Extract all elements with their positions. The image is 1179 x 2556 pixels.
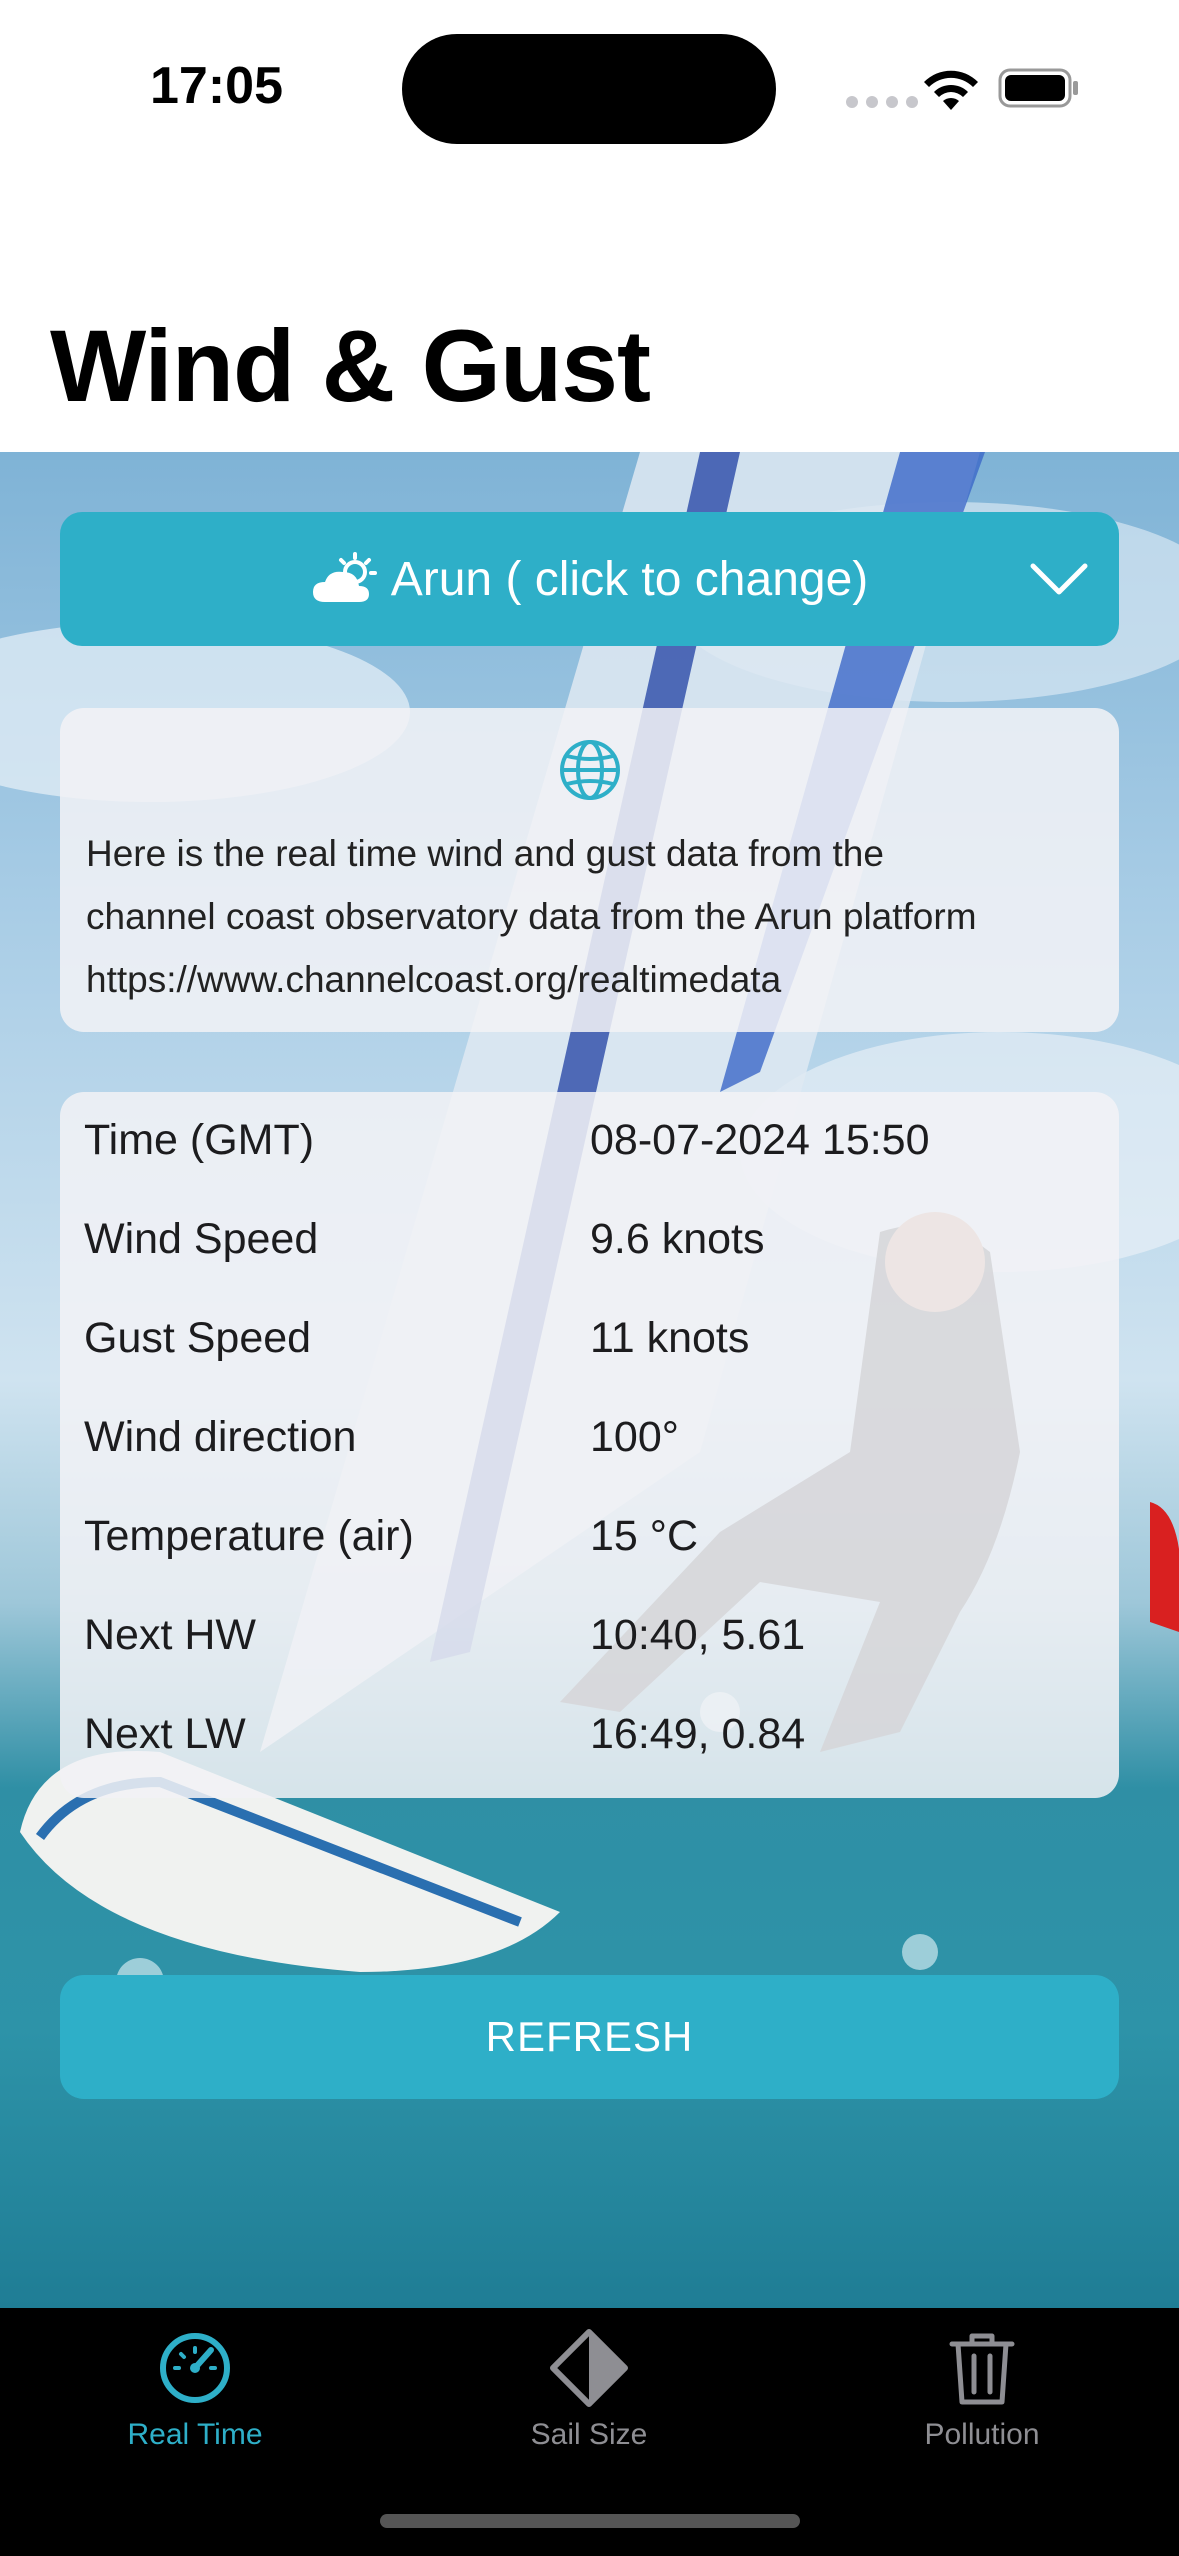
chevron-down-icon — [1030, 563, 1088, 595]
app-screen: 17:05 Wind & Gust Arun (click to change… — [0, 0, 1179, 2556]
info-line: Here is the real time wind and gust data… — [86, 833, 884, 874]
location-label-wrap: Arun ( click to change) — [311, 552, 869, 607]
table-row: Wind Speed 9.6 knots — [60, 1191, 1119, 1290]
globe-icon — [560, 740, 620, 800]
reading-value: 100° — [590, 1413, 679, 1461]
table-row: Gust Speed 11 knots — [60, 1290, 1119, 1389]
reading-value: 08-07-2024 15:50 — [590, 1116, 930, 1164]
tab-pollution[interactable]: Pollution — [832, 2308, 1132, 2468]
tab-real-time[interactable]: Real Time — [45, 2308, 345, 2468]
reading-value: 11 knots — [590, 1314, 750, 1362]
sail-diamond-icon — [550, 2329, 628, 2407]
reading-value: 10:40, 5.61 — [590, 1611, 806, 1659]
home-indicator — [380, 2514, 800, 2528]
tab-label: Pollution — [924, 2418, 1040, 2451]
wifi-icon — [924, 70, 978, 110]
table-row: Temperature (air) 15 °C — [60, 1488, 1119, 1587]
page-title: Wind & Gust — [50, 309, 651, 423]
reading-label: Gust Speed — [84, 1314, 312, 1362]
info-link[interactable]: https://www.channelcoast.org/realtimedat… — [86, 948, 1106, 1011]
reading-value: 16:49, 0.84 — [590, 1710, 806, 1758]
info-card: Here is the real time wind and gust data… — [60, 708, 1119, 1032]
reading-label: Next HW — [84, 1611, 256, 1659]
tab-label: Sail Size — [530, 2418, 648, 2451]
table-row: Time (GMT) 08-07-2024 15:50 — [60, 1092, 1119, 1191]
location-label: Arun ( click to change) — [390, 552, 869, 606]
battery-icon — [998, 68, 1078, 108]
info-description: Here is the real time wind and gust data… — [86, 822, 1106, 1011]
gauge-icon — [160, 2333, 230, 2403]
status-bar: 17:05 — [0, 0, 1179, 180]
cloud-sun-icon — [312, 552, 377, 602]
readings-table: Time (GMT) 08-07-2024 15:50 Wind Speed 9… — [60, 1092, 1119, 1798]
navigation-header: Wind & Gust — [0, 180, 1179, 452]
dynamic-island — [402, 34, 776, 144]
reading-value: 15 °C — [590, 1512, 699, 1560]
table-row: Next LW 16:49, 0.84 — [60, 1686, 1119, 1785]
trash-icon — [949, 2333, 1015, 2405]
table-row: Wind direction 100° — [60, 1389, 1119, 1488]
reading-label: Wind Speed — [84, 1215, 319, 1263]
location-selector-button[interactable]: Arun ( click to change) — [60, 512, 1119, 646]
cellular-signal-icon — [846, 96, 918, 108]
refresh-button[interactable]: REFRESH — [60, 1975, 1119, 2099]
tab-label: Real Time — [127, 2418, 263, 2451]
reading-value: 9.6 knots — [590, 1215, 765, 1263]
reading-label: Time (GMT) — [84, 1116, 315, 1164]
tab-sail-size[interactable]: Sail Size — [439, 2308, 739, 2468]
info-line: channel coast observatory data from the … — [86, 896, 977, 937]
reading-label: Next LW — [84, 1710, 246, 1758]
status-time: 17:05 — [150, 57, 283, 115]
reading-label: Wind direction — [84, 1413, 357, 1461]
reading-label: Temperature (air) — [84, 1512, 414, 1560]
table-row: Next HW 10:40, 5.61 — [60, 1587, 1119, 1686]
